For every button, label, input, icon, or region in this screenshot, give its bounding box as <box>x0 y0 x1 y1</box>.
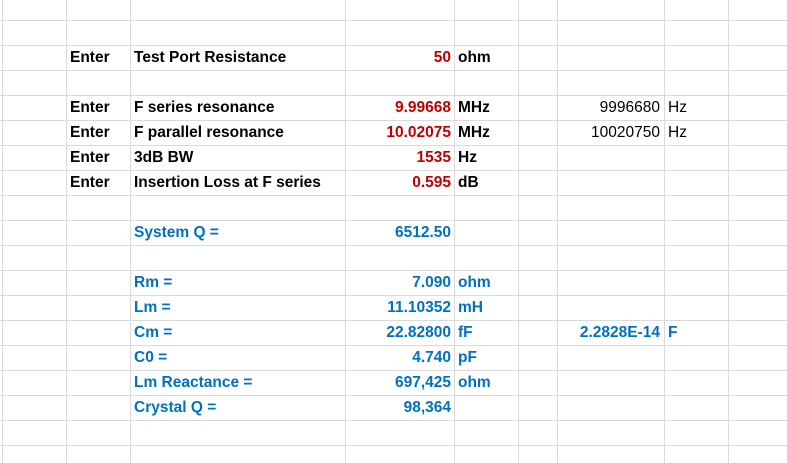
converted-value-cell[interactable]: 9996680 <box>558 95 660 120</box>
enter-label-cell[interactable]: Enter <box>70 95 130 120</box>
result-label-cell[interactable]: Rm = <box>134 270 344 295</box>
parameter-label-cell[interactable]: F series resonance <box>134 95 344 120</box>
column-gridline <box>2 0 3 463</box>
enter-label-cell[interactable]: Enter <box>70 170 130 195</box>
input-value-cell[interactable]: 9.99668 <box>346 95 451 120</box>
result-unit-cell[interactable]: pF <box>458 345 518 370</box>
converted-value-cell[interactable]: 10020750 <box>558 120 660 145</box>
system-q-value[interactable]: 6512.50 <box>346 220 451 245</box>
result-label-cell[interactable]: Crystal Q = <box>134 395 344 420</box>
column-gridline <box>728 0 729 463</box>
result-label-cell[interactable]: Lm Reactance = <box>134 370 344 395</box>
unit-cell[interactable]: MHz <box>458 120 518 145</box>
enter-label-cell[interactable]: Enter <box>70 145 130 170</box>
unit-cell[interactable]: Hz <box>458 145 518 170</box>
parameter-label-cell[interactable]: 3dB BW <box>134 145 344 170</box>
result-converted-unit-cell[interactable]: F <box>668 320 728 345</box>
result-unit-cell[interactable]: ohm <box>458 370 518 395</box>
column-gridline <box>130 0 131 463</box>
parameter-label-cell[interactable]: Test Port Resistance <box>134 45 344 70</box>
unit-cell[interactable]: ohm <box>458 45 518 70</box>
unit-cell[interactable]: MHz <box>458 95 518 120</box>
result-value-cell[interactable]: 7.090 <box>346 270 451 295</box>
column-gridline <box>454 0 455 463</box>
result-unit-cell[interactable]: ohm <box>458 270 518 295</box>
converted-unit-cell[interactable]: Hz <box>668 95 728 120</box>
enter-label-cell[interactable]: Enter <box>70 120 130 145</box>
input-value-cell[interactable]: 50 <box>346 45 451 70</box>
result-value-cell[interactable]: 98,364 <box>346 395 451 420</box>
converted-unit-cell[interactable]: Hz <box>668 120 728 145</box>
column-gridline <box>518 0 519 463</box>
parameter-label-cell[interactable]: F parallel resonance <box>134 120 344 145</box>
input-value-cell[interactable]: 0.595 <box>346 170 451 195</box>
column-gridline <box>664 0 665 463</box>
result-value-cell[interactable]: 4.740 <box>346 345 451 370</box>
result-value-cell[interactable]: 11.10352 <box>346 295 451 320</box>
column-gridline <box>557 0 558 463</box>
column-gridline <box>66 0 67 463</box>
system-q-label[interactable]: System Q = <box>134 220 344 245</box>
input-value-cell[interactable]: 1535 <box>346 145 451 170</box>
result-label-cell[interactable]: Cm = <box>134 320 344 345</box>
result-value-cell[interactable]: 22.82800 <box>346 320 451 345</box>
result-unit-cell[interactable]: mH <box>458 295 518 320</box>
unit-cell[interactable]: dB <box>458 170 518 195</box>
result-unit-cell[interactable]: fF <box>458 320 518 345</box>
result-value-cell[interactable]: 697,425 <box>346 370 451 395</box>
result-converted-value-cell[interactable]: 2.2828E-14 <box>558 320 660 345</box>
result-label-cell[interactable]: Lm = <box>134 295 344 320</box>
parameter-label-cell[interactable]: Insertion Loss at F series <box>134 170 344 195</box>
input-value-cell[interactable]: 10.02075 <box>346 120 451 145</box>
enter-label-cell[interactable]: Enter <box>70 45 130 70</box>
result-label-cell[interactable]: C0 = <box>134 345 344 370</box>
